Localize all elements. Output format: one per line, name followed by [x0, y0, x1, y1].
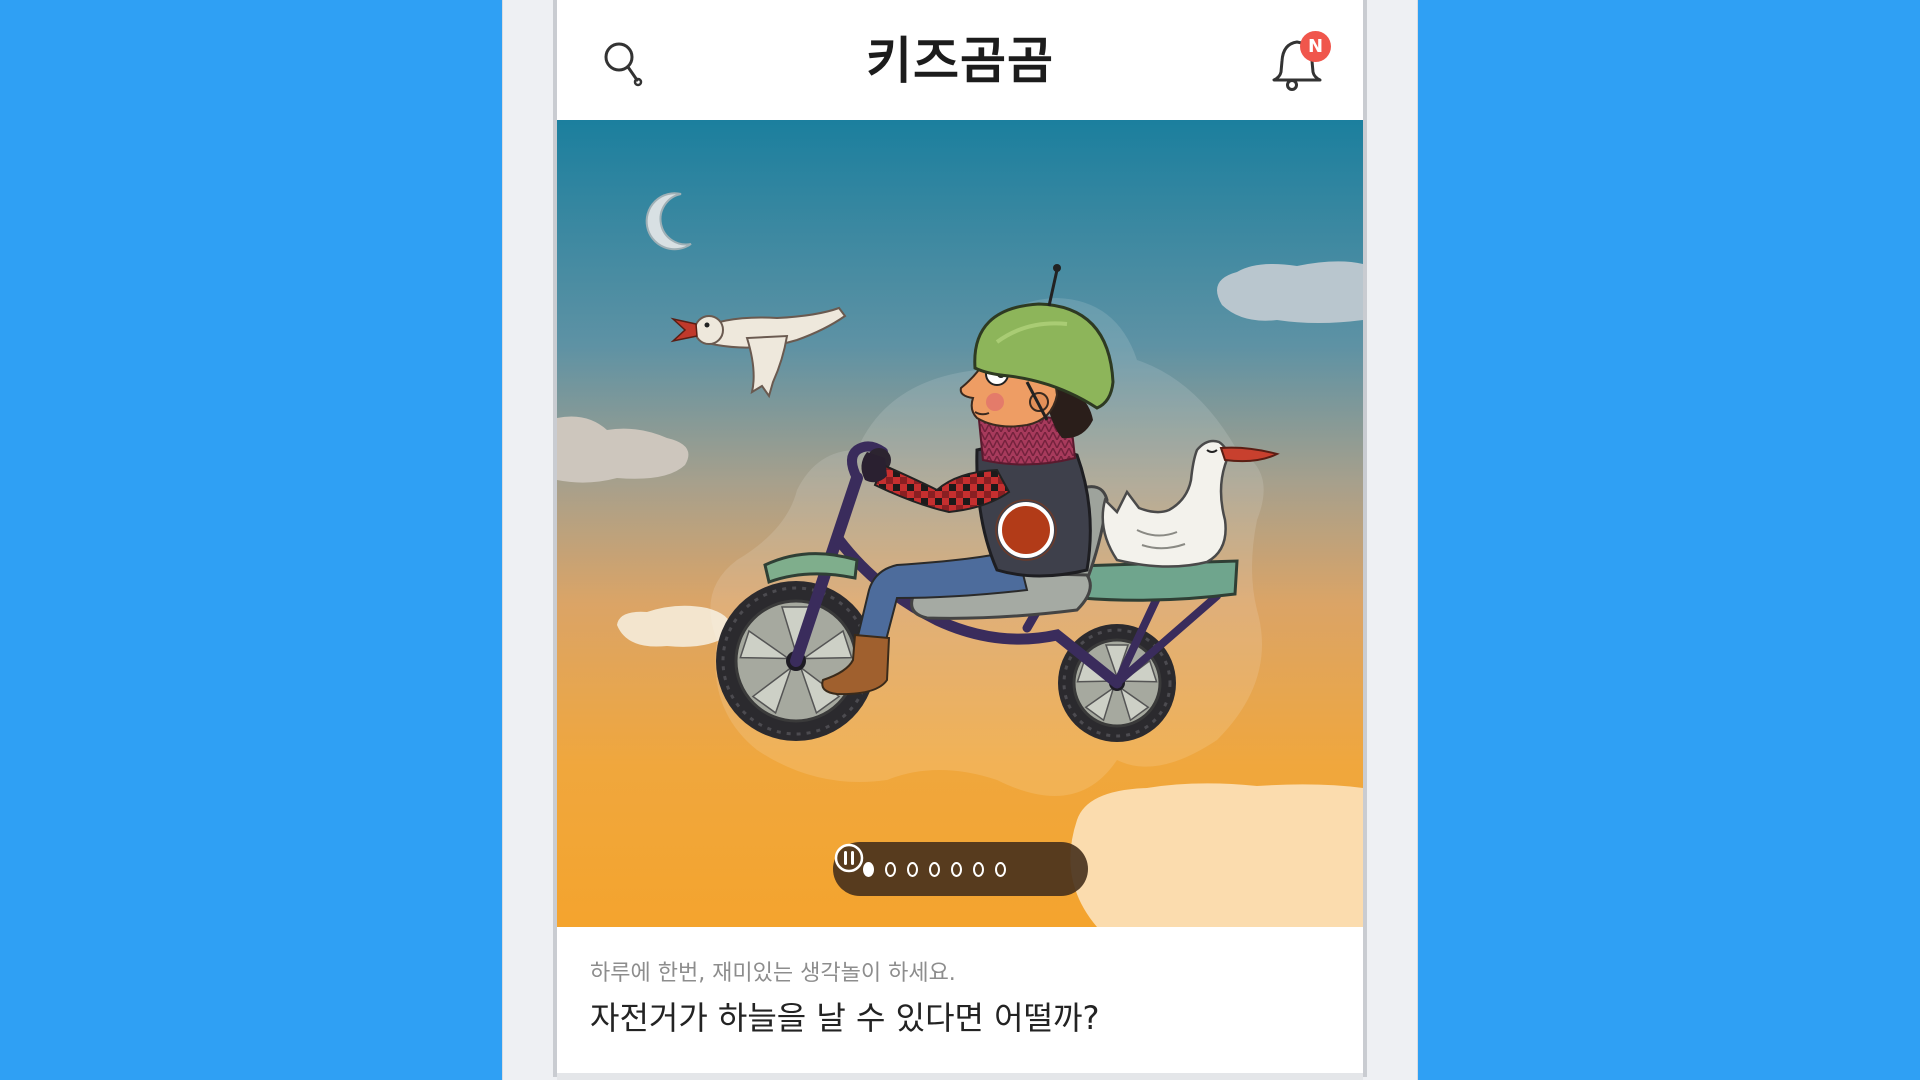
carousel-dot[interactable]: [951, 861, 962, 877]
hero-illustration: [557, 120, 1363, 927]
carousel-slide[interactable]: [557, 120, 1363, 927]
app-title: 키즈곰곰: [866, 32, 1054, 90]
carousel-dots: [863, 861, 1006, 877]
app-header: 키즈곰곰 N: [557, 0, 1363, 120]
carousel-dot[interactable]: [929, 861, 940, 877]
cloud: [1070, 783, 1363, 927]
notification-badge: N: [1300, 31, 1331, 62]
card-subtitle: 하루에 한번, 재미있는 생각놀이 하세요.: [590, 961, 956, 986]
card-caption[interactable]: 하루에 한번, 재미있는 생각놀이 하세요. 자전거가 하늘을 날 수 있다면 …: [557, 927, 1363, 1073]
next-card-edge: [557, 1073, 1363, 1080]
pause-icon[interactable]: [834, 843, 1058, 885]
carousel-dot[interactable]: [885, 861, 896, 877]
carousel-dot[interactable]: [995, 861, 1006, 877]
carousel-pager: [833, 842, 1088, 896]
carousel-dot[interactable]: [973, 861, 984, 877]
card-title: 자전거가 하늘을 날 수 있다면 어떨까?: [590, 999, 1100, 1037]
app-screen: 키즈곰곰 N 하루에 한번, 재미있는 생각놀이 하세요. 자전거가 하늘을 날…: [557, 0, 1363, 1073]
tap-indicator: [995, 499, 1057, 561]
carousel-dot[interactable]: [907, 861, 918, 877]
